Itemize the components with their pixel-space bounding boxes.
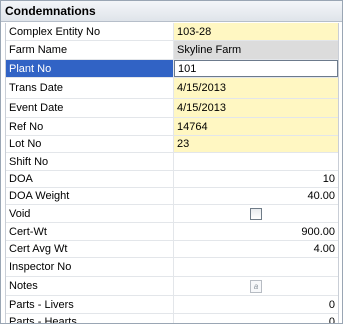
field-label: Plant No bbox=[6, 60, 174, 77]
row-cert-avg-wt[interactable]: Cert Avg Wt 4.00 bbox=[6, 241, 338, 258]
trans-date-field[interactable]: 4/15/2013 bbox=[174, 78, 338, 98]
field-label: Complex Entity No bbox=[6, 23, 174, 40]
field-label: Farm Name bbox=[6, 41, 174, 59]
ref-no-field[interactable]: 14764 bbox=[174, 118, 338, 135]
plant-no-input[interactable]: 101 bbox=[174, 60, 338, 77]
field-label: DOA bbox=[6, 171, 174, 187]
row-parts-livers[interactable]: Parts - Livers 0 bbox=[6, 296, 338, 314]
field-label: DOA Weight bbox=[6, 188, 174, 204]
field-label: Parts - Livers bbox=[6, 296, 174, 313]
field-label: Notes bbox=[6, 277, 174, 295]
note-icon[interactable]: a bbox=[250, 279, 262, 293]
row-farm-name[interactable]: Farm Name Skyline Farm bbox=[6, 41, 338, 60]
field-label: Lot No bbox=[6, 136, 174, 152]
doa-weight-field[interactable]: 40.00 bbox=[174, 188, 338, 204]
row-notes[interactable]: Notes a bbox=[6, 277, 338, 296]
row-shift-no[interactable]: Shift No bbox=[6, 153, 338, 171]
parts-livers-field[interactable]: 0 bbox=[174, 296, 338, 313]
cert-wt-field[interactable]: 900.00 bbox=[174, 223, 338, 240]
farm-name-field: Skyline Farm bbox=[174, 41, 338, 59]
row-void[interactable]: Void bbox=[6, 205, 338, 223]
parts-hearts-field[interactable]: 0 bbox=[174, 314, 338, 323]
row-doa[interactable]: DOA 10 bbox=[6, 171, 338, 188]
field-label: Event Date bbox=[6, 99, 174, 117]
row-inspector-no[interactable]: Inspector No bbox=[6, 258, 338, 277]
row-event-date[interactable]: Event Date 4/15/2013 bbox=[6, 99, 338, 118]
row-cert-wt[interactable]: Cert-Wt 900.00 bbox=[6, 223, 338, 241]
field-label: Ref No bbox=[6, 118, 174, 135]
row-complex-entity-no[interactable]: Complex Entity No 103-28 bbox=[6, 23, 338, 41]
doa-field[interactable]: 10 bbox=[174, 171, 338, 187]
checkbox-unchecked-icon[interactable] bbox=[250, 207, 262, 220]
row-parts-hearts[interactable]: Parts - Hearts 0 bbox=[6, 314, 338, 323]
field-label: Trans Date bbox=[6, 78, 174, 98]
field-label: Inspector No bbox=[6, 258, 174, 276]
row-ref-no[interactable]: Ref No 14764 bbox=[6, 118, 338, 136]
notes-cell: a bbox=[174, 277, 338, 295]
cert-avg-wt-field[interactable]: 4.00 bbox=[174, 241, 338, 257]
condemnations-panel: Condemnations Complex Entity No 103-28 F… bbox=[0, 0, 343, 324]
lot-no-field[interactable]: 23 bbox=[174, 136, 338, 152]
field-label: Cert-Wt bbox=[6, 223, 174, 240]
inspector-no-field[interactable] bbox=[174, 258, 338, 276]
row-lot-no[interactable]: Lot No 23 bbox=[6, 136, 338, 153]
field-label: Cert Avg Wt bbox=[6, 241, 174, 257]
panel-title: Condemnations bbox=[1, 1, 342, 22]
row-trans-date[interactable]: Trans Date 4/15/2013 bbox=[6, 78, 338, 99]
field-label: Parts - Hearts bbox=[6, 314, 174, 323]
event-date-field[interactable]: 4/15/2013 bbox=[174, 99, 338, 117]
complex-entity-no-field[interactable]: 103-28 bbox=[174, 23, 338, 40]
field-label: Shift No bbox=[6, 153, 174, 170]
field-label: Void bbox=[6, 205, 174, 222]
property-grid: Complex Entity No 103-28 Farm Name Skyli… bbox=[5, 23, 339, 323]
void-cell bbox=[174, 205, 338, 222]
row-plant-no[interactable]: Plant No 101 bbox=[6, 60, 338, 78]
shift-no-field[interactable] bbox=[174, 153, 338, 170]
row-doa-weight[interactable]: DOA Weight 40.00 bbox=[6, 188, 338, 205]
